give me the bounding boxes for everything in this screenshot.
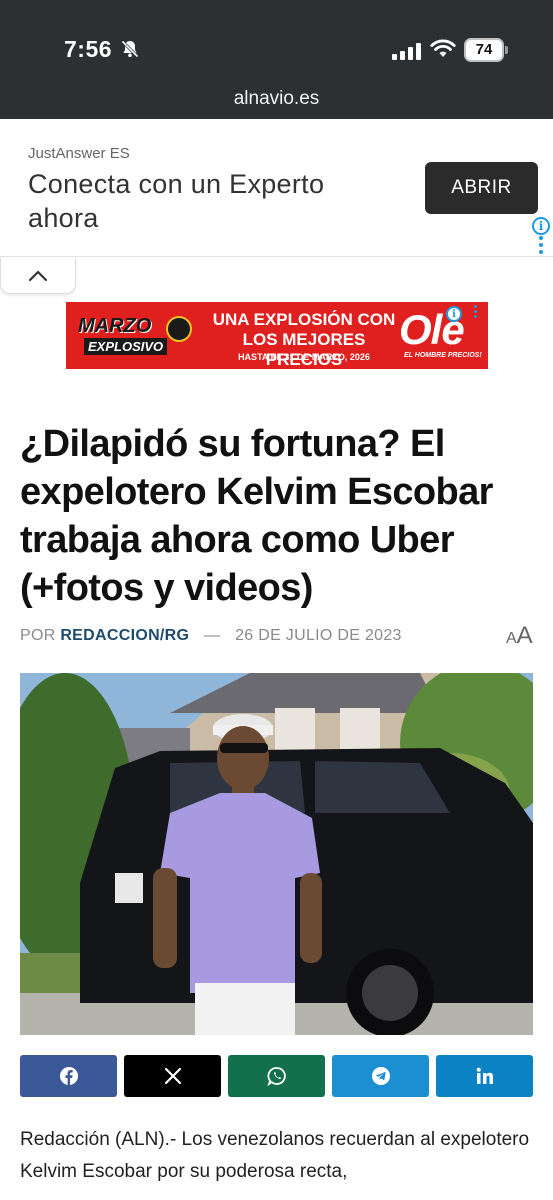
ad-banner-headline-line2: LOS MEJORES PRECIOS (242, 330, 366, 369)
article-photo[interactable] (20, 673, 533, 1035)
chevron-up-icon (28, 270, 48, 281)
share-facebook-button[interactable] (20, 1055, 117, 1097)
address-bar[interactable]: alnavio.es (0, 88, 553, 110)
photo-illustration (20, 673, 533, 1035)
telegram-icon (371, 1067, 390, 1085)
ad-banner-ole[interactable]: MARZO EXPLOSIVO UNA EXPLOSIÓN CON LOS ME… (66, 302, 488, 369)
ad-banner-brand-left-sub: EXPLOSIVO (84, 338, 168, 355)
ad-banner-more-icon[interactable] (474, 305, 478, 320)
ad-source: JustAnswer ES (28, 145, 130, 162)
bomb-icon (166, 316, 192, 342)
bell-muted-icon (120, 39, 140, 59)
browser-top-bar: 7:56 74 alnavio.es (0, 0, 553, 119)
status-time: 7:56 (64, 36, 113, 62)
battery-level: 74 (475, 41, 493, 58)
ad-banner-info-icon[interactable]: i (446, 306, 462, 322)
wifi-icon (430, 39, 456, 57)
share-bar (20, 1055, 533, 1097)
share-x-button[interactable] (124, 1055, 221, 1097)
author-link[interactable]: REDACCION/RG (60, 627, 189, 644)
cellular-signal-icon (392, 40, 422, 60)
ad-more-icon[interactable] (539, 236, 543, 257)
ad-banner-brand-right-sub: EL HOMBRE PRECIOS! (404, 352, 482, 359)
ad-open-button[interactable]: ABRIR (425, 162, 538, 214)
ad-title[interactable]: Conecta con un Experto ahora (28, 167, 398, 235)
share-telegram-button[interactable] (332, 1055, 429, 1097)
battery-icon: 74 (464, 38, 508, 62)
linkedin-icon (476, 1067, 493, 1084)
ad-banner-subline: HASTA EL 31 DE MARZO, 2026 (238, 352, 370, 362)
share-linkedin-button[interactable] (436, 1055, 533, 1097)
article-headline: ¿Dilapidó su fortuna? El expelotero Kelv… (20, 423, 493, 609)
ad-collapse-button[interactable] (0, 258, 76, 294)
article-date: 26 DE JULIO DE 2023 (235, 627, 402, 644)
font-size-large: A (516, 622, 533, 649)
ad-info-icon[interactable]: i (532, 217, 550, 235)
whatsapp-icon (266, 1067, 286, 1086)
byline-separator: — (204, 627, 221, 644)
article-byline: POR REDACCION/RG — 26 DE JULIO DE 2023 (20, 627, 402, 645)
byline-prefix: POR (20, 627, 56, 644)
facebook-icon (59, 1067, 78, 1085)
font-size-small: A (506, 630, 517, 647)
ad-banner-headline-line1: UNA EXPLOSIÓN CON (212, 310, 396, 329)
share-whatsapp-button[interactable] (228, 1055, 325, 1097)
x-icon (164, 1067, 181, 1085)
font-size-toggle[interactable]: AA (506, 622, 533, 650)
ad-banner-brand-left: MARZO (78, 315, 152, 337)
article-body-paragraph: Redacción (ALN).- Los venezolanos recuer… (20, 1129, 530, 1182)
